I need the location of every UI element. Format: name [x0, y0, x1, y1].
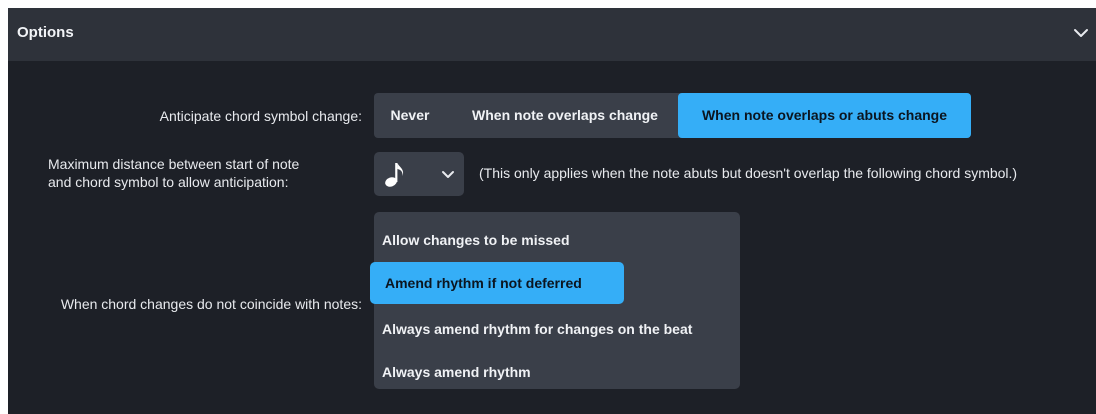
not-coincide-option-amend-on-beat[interactable]: Always amend rhythm for changes on the b… [374, 309, 692, 349]
options-panel: Options Anticipate chord symbol change: … [8, 8, 1096, 414]
not-coincide-option-amend-if-not-deferred[interactable]: Amend rhythm if not deferred [370, 262, 624, 304]
not-coincide-option-allow-missed[interactable]: Allow changes to be missed [374, 220, 570, 260]
not-coincide-label: When chord changes do not coincide with … [60, 296, 362, 312]
anticipate-label: Anticipate chord symbol change: [159, 108, 362, 124]
anticipate-segmented-control: Never When note overlaps change When not… [374, 93, 971, 138]
not-coincide-option-always-amend[interactable]: Always amend rhythm [374, 352, 531, 392]
chevron-down-icon [442, 171, 454, 178]
eighth-note-icon [385, 163, 404, 187]
max-distance-hint: (This only applies when the note abuts b… [479, 165, 1018, 181]
not-coincide-options-list: Allow changes to be missed Amend rhythm … [370, 212, 740, 392]
panel-title: Options [17, 24, 74, 41]
anticipate-option-overlaps[interactable]: When note overlaps change [452, 93, 678, 138]
chevron-down-icon[interactable] [1072, 26, 1090, 40]
options-panel-header[interactable]: Options [8, 8, 1096, 61]
anticipate-option-overlaps-or-abuts[interactable]: When note overlaps or abuts change [678, 93, 971, 138]
max-distance-label: Maximum distance between start of note a… [48, 155, 348, 191]
max-distance-label-line2: and chord symbol to allow anticipation: [48, 174, 289, 190]
anticipate-option-never[interactable]: Never [382, 93, 438, 138]
note-value-dropdown[interactable] [374, 152, 464, 196]
max-distance-label-line1: Maximum distance between start of note [48, 156, 300, 172]
